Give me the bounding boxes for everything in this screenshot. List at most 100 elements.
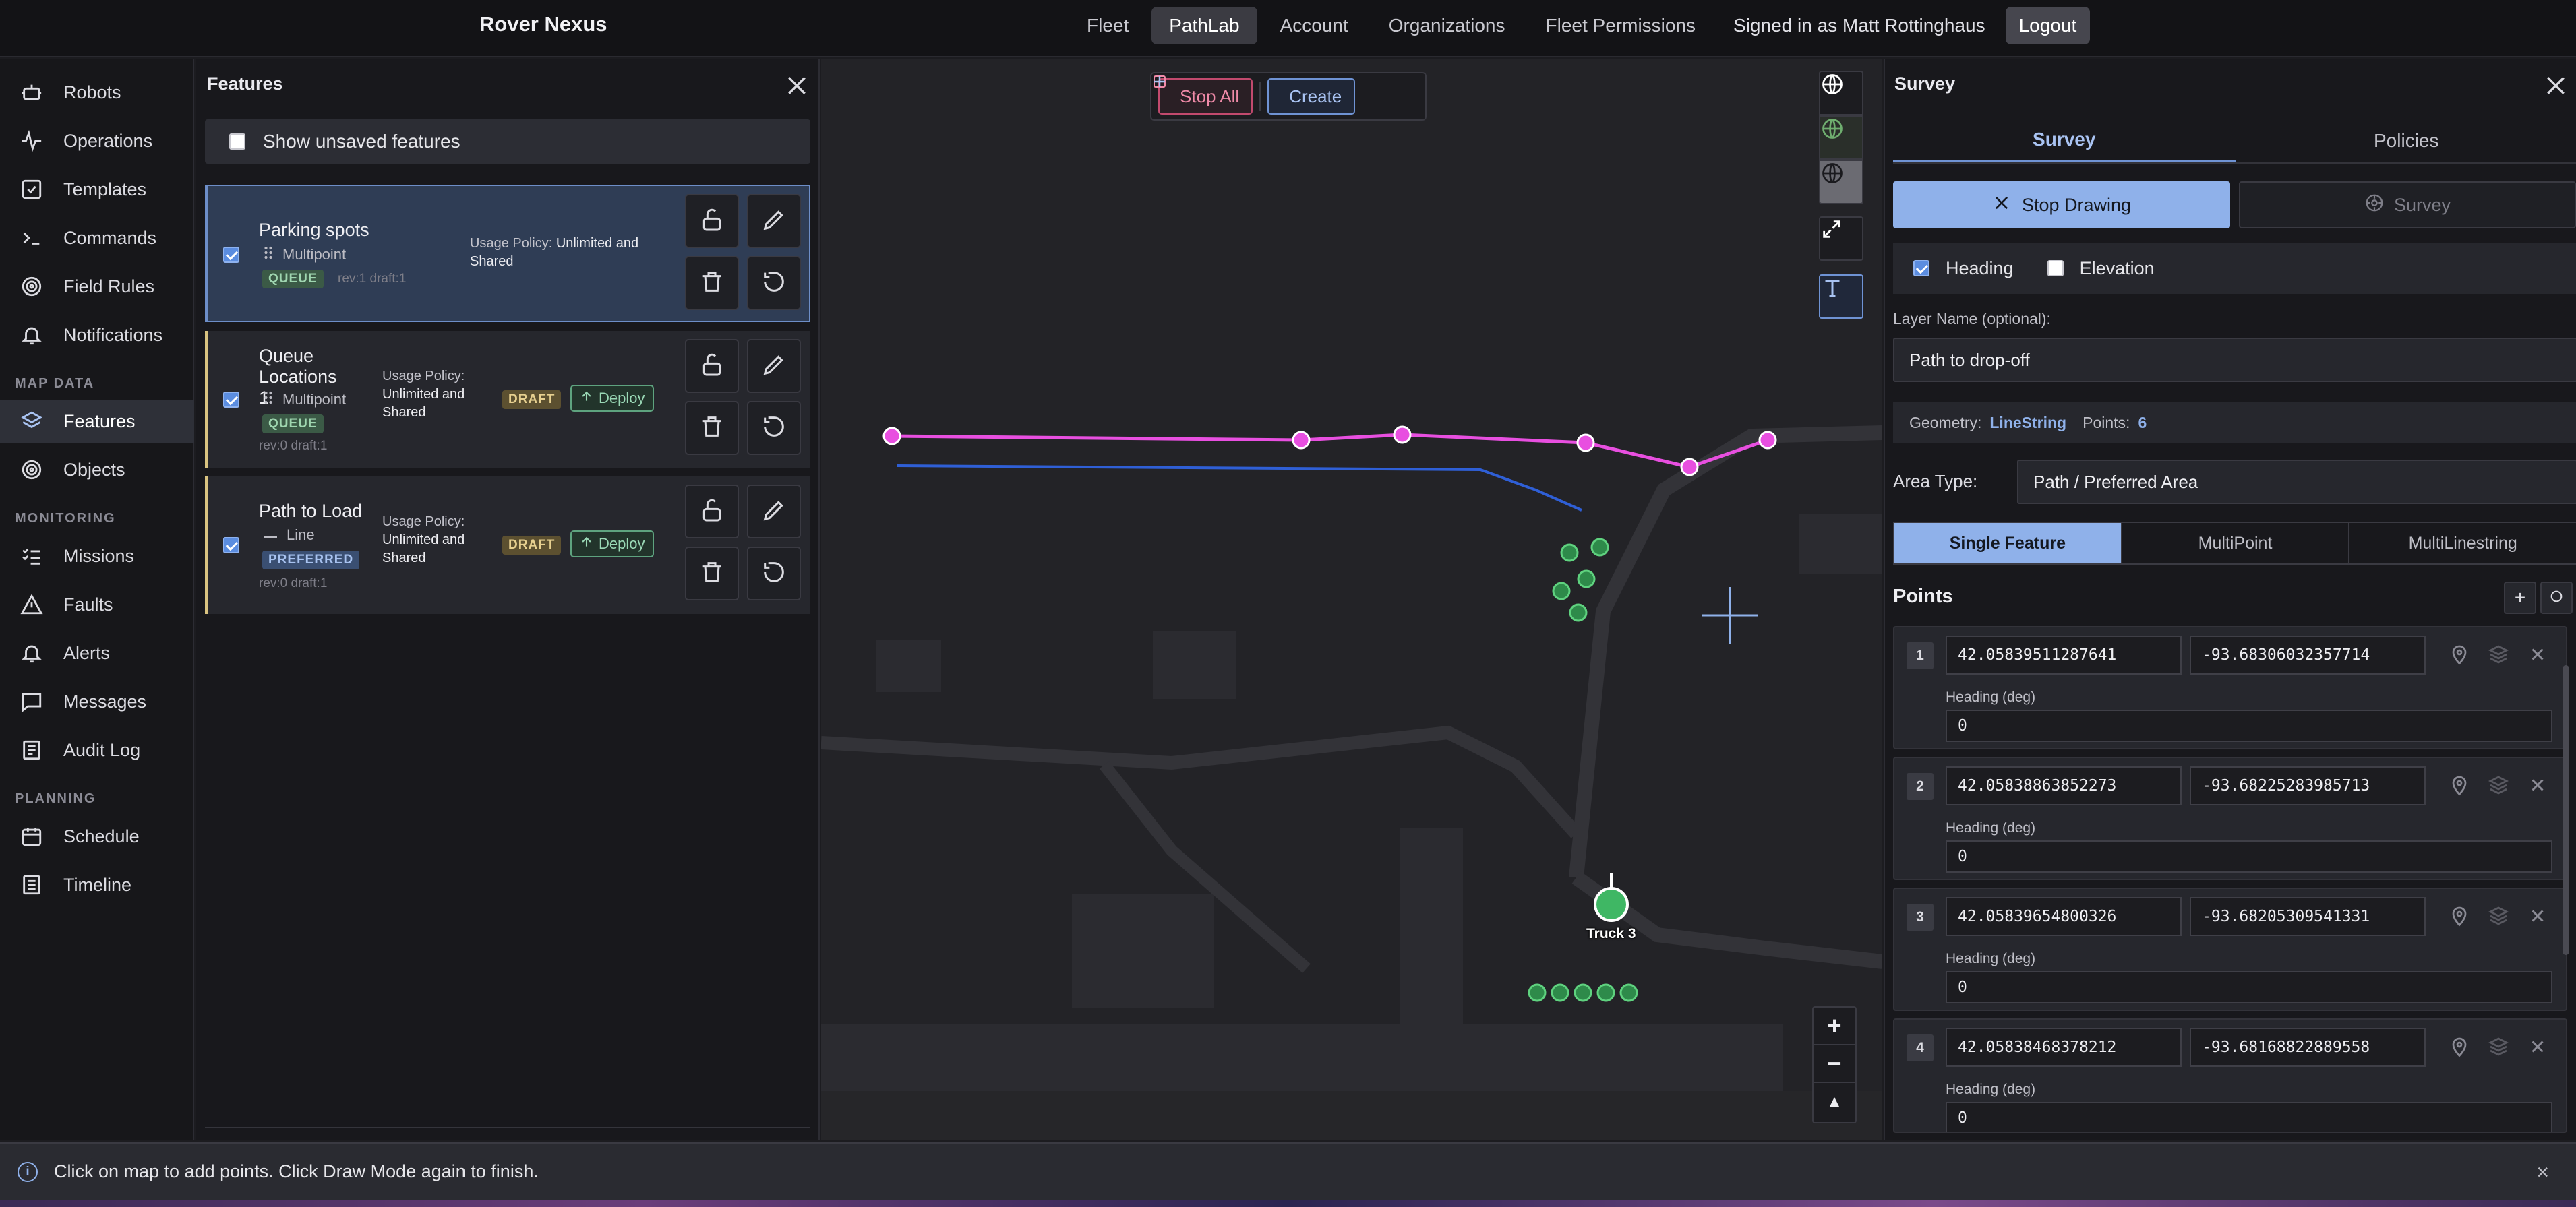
edit-button[interactable] xyxy=(747,485,801,538)
elevation-checkbox[interactable] xyxy=(2047,260,2064,276)
revert-button[interactable] xyxy=(747,256,801,310)
close-icon[interactable] xyxy=(2525,904,2550,931)
sidebar-item-notifications[interactable]: Notifications xyxy=(0,313,194,357)
zoom-out-button[interactable]: − xyxy=(1814,1045,1855,1083)
revert-button[interactable] xyxy=(747,401,801,455)
layers-icon[interactable] xyxy=(2486,773,2511,801)
delete-button[interactable] xyxy=(685,256,739,310)
close-icon[interactable] xyxy=(2525,773,2550,801)
layers-icon[interactable] xyxy=(2486,642,2511,670)
drag-handle-icon[interactable] xyxy=(264,245,273,264)
feature-card-path-to-load[interactable]: Path to Load Line PREFERRED rev:0 draft:… xyxy=(205,476,810,614)
deploy-button[interactable]: Deploy xyxy=(570,385,655,412)
zoom-in-button[interactable]: + xyxy=(1814,1008,1855,1045)
path-vertex[interactable] xyxy=(1758,431,1777,450)
sidebar-item-objects[interactable]: Objects xyxy=(0,448,194,491)
delete-button[interactable] xyxy=(685,547,739,600)
layers-icon[interactable] xyxy=(2486,1034,2511,1062)
area-type-select[interactable]: Path / Preferred Area xyxy=(2017,460,2576,504)
globe-button[interactable] xyxy=(1819,71,1863,115)
feature-checkbox[interactable] xyxy=(223,537,239,553)
map-canvas[interactable]: Truck 3 Stop All Create + − ▲ xyxy=(821,59,1882,1140)
drag-handle-icon[interactable] xyxy=(264,390,273,409)
truck-label[interactable]: Truck 3 xyxy=(1586,926,1636,942)
nav-account[interactable]: Account xyxy=(1263,7,1366,44)
close-icon[interactable] xyxy=(783,72,810,99)
latitude-input[interactable]: 42.05839511287641 xyxy=(1946,636,2182,675)
mode-multilinestring[interactable]: MultiLinestring xyxy=(2349,523,2576,563)
queue-marker[interactable] xyxy=(1528,983,1547,1002)
path-vertex[interactable] xyxy=(1393,425,1412,444)
sidebar-item-field-rules[interactable]: Field Rules xyxy=(0,265,194,308)
stop-all-button[interactable]: Stop All xyxy=(1154,75,1253,115)
mode-single-feature[interactable]: Single Feature xyxy=(1894,523,2122,563)
tab-policies[interactable]: Policies xyxy=(2236,119,2576,162)
feature-checkbox[interactable] xyxy=(223,392,239,408)
tab-survey[interactable]: Survey xyxy=(1893,119,2236,162)
delete-button[interactable] xyxy=(685,401,739,455)
survey-button[interactable]: Survey xyxy=(2239,181,2576,228)
close-icon[interactable] xyxy=(2542,72,2569,99)
longitude-input[interactable]: -93.68306032357714 xyxy=(2190,636,2426,675)
nav-fleet-permissions[interactable]: Fleet Permissions xyxy=(1528,7,1714,44)
sidebar-item-schedule[interactable]: Schedule xyxy=(0,815,194,858)
longitude-input[interactable]: -93.68168822889558 xyxy=(2190,1028,2426,1067)
sidebar-item-features[interactable]: Features xyxy=(0,400,194,443)
heading-checkbox[interactable] xyxy=(1913,260,1929,276)
heading-input[interactable]: 0 xyxy=(1946,971,2552,1003)
logout-button[interactable]: Logout xyxy=(2005,7,2091,44)
layer-name-input[interactable]: Path to drop-off xyxy=(1893,338,2576,382)
deploy-button[interactable]: Deploy xyxy=(570,530,655,557)
map-pin-icon[interactable] xyxy=(2447,904,2472,931)
longitude-input[interactable]: -93.68225283985713 xyxy=(2190,766,2426,805)
sidebar-item-missions[interactable]: Missions xyxy=(0,534,194,578)
sidebar-item-templates[interactable]: Templates xyxy=(0,168,194,211)
path-vertex[interactable] xyxy=(1292,431,1311,450)
latitude-input[interactable]: 42.05838863852273 xyxy=(1946,766,2182,805)
add-point-button[interactable]: + xyxy=(2504,582,2536,614)
sidebar-item-timeline[interactable]: Timeline xyxy=(0,863,194,906)
path-vertex[interactable] xyxy=(1576,433,1595,452)
truck-marker[interactable] xyxy=(1594,887,1629,922)
nav-fleet[interactable]: Fleet xyxy=(1069,7,1146,44)
text-tool-button[interactable] xyxy=(1819,274,1863,319)
heading-input[interactable]: 0 xyxy=(1946,710,2552,742)
fullscreen-button[interactable] xyxy=(1819,216,1863,261)
close-icon[interactable] xyxy=(2525,1034,2550,1062)
sidebar-item-commands[interactable]: Commands xyxy=(0,216,194,259)
map-pin-icon[interactable] xyxy=(2447,642,2472,670)
unlock-button[interactable] xyxy=(685,339,739,393)
satellite-button[interactable] xyxy=(1819,115,1863,160)
map-style-button[interactable] xyxy=(1819,160,1863,204)
sidebar-item-audit-log[interactable]: Audit Log xyxy=(0,729,194,772)
show-unsaved-checkbox[interactable] xyxy=(229,133,245,150)
queue-marker[interactable] xyxy=(1596,983,1615,1002)
sidebar-item-messages[interactable]: Messages xyxy=(0,680,194,723)
brand-title[interactable]: Rover Nexus xyxy=(479,12,607,36)
feature-card-parking-spots[interactable]: Parking spots Multipoint QUEUE rev:1 dra… xyxy=(205,185,810,322)
parking-marker[interactable] xyxy=(1552,582,1571,600)
path-vertex[interactable] xyxy=(882,427,901,445)
map-pin-icon[interactable] xyxy=(2447,1034,2472,1062)
stop-drawing-button[interactable]: Stop Drawing xyxy=(1893,181,2230,228)
create-button[interactable]: Create xyxy=(1154,76,1356,115)
feature-checkbox[interactable] xyxy=(223,247,239,263)
circle-button[interactable] xyxy=(2540,582,2573,614)
queue-marker[interactable] xyxy=(1551,983,1569,1002)
sidebar-item-operations[interactable]: Operations xyxy=(0,119,194,162)
mode-multipoint[interactable]: MultiPoint xyxy=(2122,523,2350,563)
edit-button[interactable] xyxy=(747,339,801,393)
feature-card-queue-locations[interactable]: Queue Locations 1 Multipoint QUEUE rev:0… xyxy=(205,331,810,468)
nav-organizations[interactable]: Organizations xyxy=(1371,7,1523,44)
points-scrollbar[interactable] xyxy=(2563,665,2569,955)
queue-marker[interactable] xyxy=(1619,983,1638,1002)
revert-button[interactable] xyxy=(747,547,801,600)
map-pin-icon[interactable] xyxy=(2447,773,2472,801)
parking-marker[interactable] xyxy=(1560,543,1579,562)
unlock-button[interactable] xyxy=(685,194,739,248)
sidebar-item-robots[interactable]: Robots xyxy=(0,71,194,114)
close-icon[interactable] xyxy=(2525,642,2550,670)
parking-marker[interactable] xyxy=(1590,538,1609,557)
parking-marker[interactable] xyxy=(1569,603,1588,622)
latitude-input[interactable]: 42.05838468378212 xyxy=(1946,1028,2182,1067)
